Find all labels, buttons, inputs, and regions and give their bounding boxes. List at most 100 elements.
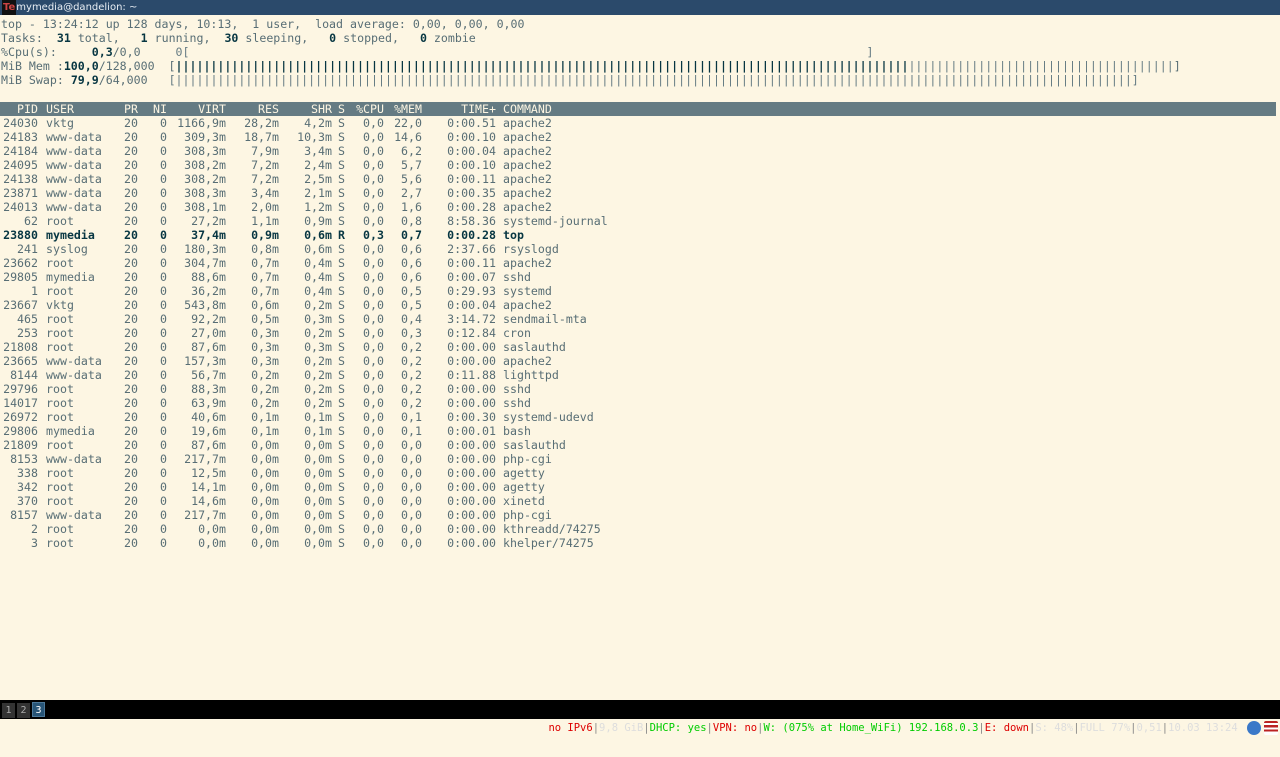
- process-cpu: 0,0: [363, 354, 384, 368]
- workspace-button-2[interactable]: 2: [17, 703, 30, 718]
- process-virt: 88,3m: [191, 382, 226, 396]
- process-pr: 20: [124, 508, 138, 522]
- status-bar: 123 no IPv6|9,8 GiB|DHCP: yes|VPN: no|W:…: [0, 700, 1280, 735]
- process-virt: 56,7m: [191, 368, 226, 382]
- process-mem: 0,0: [401, 536, 422, 550]
- process-user: root: [46, 340, 74, 354]
- process-ni: 0: [160, 326, 167, 340]
- column-header-ni: NI: [153, 102, 167, 116]
- process-virt: 180,3m: [184, 242, 226, 256]
- process-time: 0:00.10: [447, 130, 496, 144]
- process-pid: 14017: [3, 396, 38, 410]
- process-res: 0,5m: [251, 312, 279, 326]
- process-pid: 23665: [3, 354, 38, 368]
- process-cpu: 0,0: [363, 200, 384, 214]
- process-res: 0,8m: [251, 242, 279, 256]
- process-ni: 0: [160, 480, 167, 494]
- process-pr: 20: [124, 116, 138, 130]
- process-ni: 0: [160, 144, 167, 158]
- process-s: R: [338, 228, 345, 242]
- process-s: S: [338, 508, 345, 522]
- process-time: 0:00.00: [447, 354, 496, 368]
- process-virt: 63,9m: [191, 396, 226, 410]
- process-res: 0,2m: [251, 396, 279, 410]
- column-header-cmd: COMMAND: [503, 102, 552, 116]
- process-cpu: 0,0: [363, 284, 384, 298]
- column-header-res: RES: [258, 102, 279, 116]
- workspace-button-3[interactable]: 3: [32, 702, 45, 717]
- process-cpu: 0,0: [363, 452, 384, 466]
- process-pid: 24013: [3, 200, 38, 214]
- terminal-icon: Te: [2, 0, 17, 15]
- process-pr: 20: [124, 410, 138, 424]
- process-pr: 20: [124, 186, 138, 200]
- process-cpu: 0,0: [363, 368, 384, 382]
- process-cmd: apache2: [503, 354, 552, 368]
- process-cpu: 0,0: [363, 382, 384, 396]
- process-pr: 20: [124, 480, 138, 494]
- column-header-cpu: %CPU: [356, 102, 384, 116]
- process-cpu: 0,3: [363, 228, 384, 242]
- process-pr: 20: [124, 242, 138, 256]
- window-title: mymedia@dandelion: ~: [16, 2, 138, 13]
- ethernet-status: E: down: [984, 722, 1029, 734]
- process-virt: 40,6m: [191, 410, 226, 424]
- process-res: 0,0m: [251, 536, 279, 550]
- process-cpu: 0,0: [363, 130, 384, 144]
- process-mem: 0,7: [401, 228, 422, 242]
- process-ni: 0: [160, 298, 167, 312]
- process-ni: 0: [160, 228, 167, 242]
- process-pid: 62: [24, 214, 38, 228]
- process-ni: 0: [160, 522, 167, 536]
- process-s: S: [338, 158, 345, 172]
- tasks-line: Tasks: 31 total, 1 running, 30 sleeping,…: [1, 31, 476, 45]
- process-pr: 20: [124, 452, 138, 466]
- process-res: 0,0m: [251, 508, 279, 522]
- process-cmd: saslauthd: [503, 340, 566, 354]
- process-res: 0,3m: [251, 340, 279, 354]
- process-pr: 20: [124, 368, 138, 382]
- process-ni: 0: [160, 312, 167, 326]
- process-pr: 20: [124, 172, 138, 186]
- process-time: 0:00.35: [447, 186, 496, 200]
- process-ni: 0: [160, 256, 167, 270]
- process-ni: 0: [160, 452, 167, 466]
- process-res: 0,1m: [251, 424, 279, 438]
- process-cmd: apache2: [503, 116, 552, 130]
- process-mem: 0,1: [401, 424, 422, 438]
- process-cpu: 0,0: [363, 494, 384, 508]
- process-time: 0:00.00: [447, 466, 496, 480]
- process-cmd: bash: [503, 424, 531, 438]
- process-virt: 309,3m: [184, 130, 226, 144]
- process-user: www-data: [46, 200, 102, 214]
- process-mem: 0,4: [401, 312, 422, 326]
- process-pid: 24095: [3, 158, 38, 172]
- us-flag-icon[interactable]: [1264, 721, 1278, 735]
- process-time: 0:00.00: [447, 494, 496, 508]
- process-user: www-data: [46, 144, 102, 158]
- process-s: S: [338, 452, 345, 466]
- swap-line: MiB Swap: 79,9/64,000 [|||||||||||||||||…: [1, 73, 1139, 87]
- process-time: 0:00.00: [447, 438, 496, 452]
- process-shr: 0,0m: [304, 508, 332, 522]
- process-pr: 20: [124, 312, 138, 326]
- window-titlebar[interactable]: Temymedia@dandelion: ~: [0, 0, 1280, 15]
- workspace-button-1[interactable]: 1: [2, 703, 15, 718]
- process-shr: 1,2m: [304, 200, 332, 214]
- process-shr: 0,6m: [304, 242, 332, 256]
- process-pid: 465: [17, 312, 38, 326]
- process-s: S: [338, 214, 345, 228]
- process-shr: 0,0m: [304, 452, 332, 466]
- process-ni: 0: [160, 340, 167, 354]
- process-virt: 19,6m: [191, 424, 226, 438]
- process-res: 28,2m: [244, 116, 279, 130]
- process-ni: 0: [160, 410, 167, 424]
- process-pid: 29805: [3, 270, 38, 284]
- process-cpu: 0,0: [363, 396, 384, 410]
- process-pid: 29806: [3, 424, 38, 438]
- column-header-mem: %MEM: [394, 102, 422, 116]
- process-cmd: agetty: [503, 466, 545, 480]
- process-shr: 10,3m: [297, 130, 332, 144]
- network-tray-icon[interactable]: [1247, 721, 1261, 735]
- process-user: syslog: [46, 242, 88, 256]
